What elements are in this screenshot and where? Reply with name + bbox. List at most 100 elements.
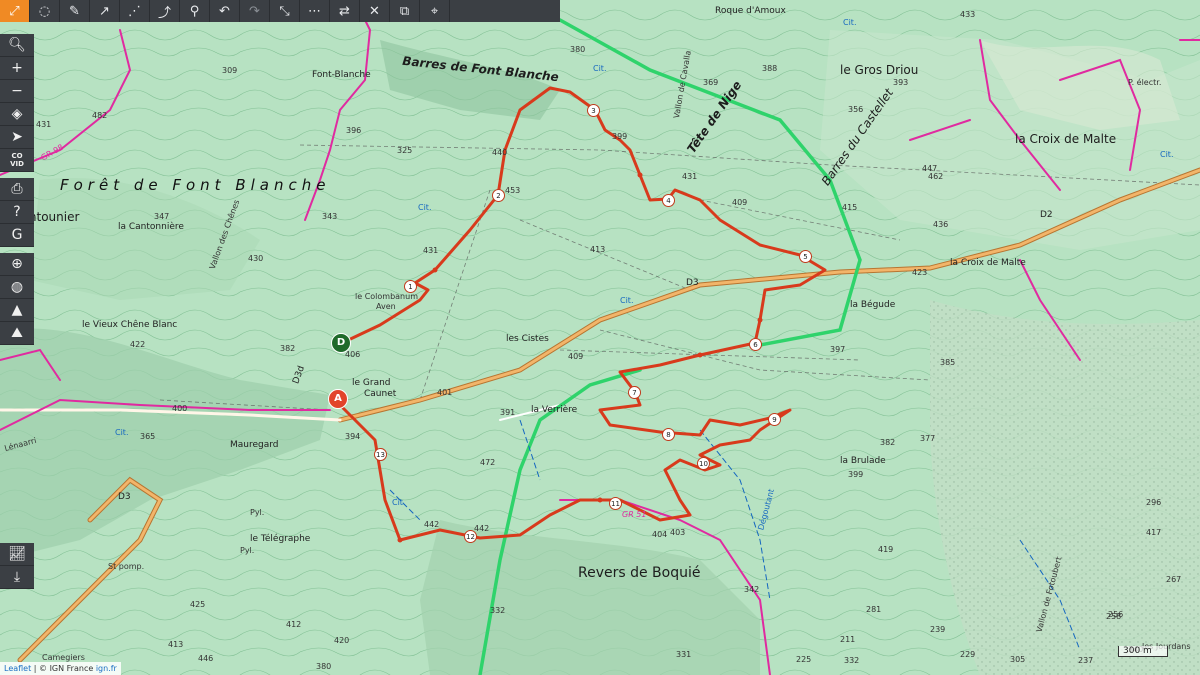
altitude-label: 413 <box>590 245 606 254</box>
hide-route-icon[interactable]: ◌ <box>30 0 60 22</box>
label-road-d3-west: D3 <box>118 492 131 502</box>
altitude-label: 419 <box>878 545 894 554</box>
waypoint-marker[interactable]: 4 <box>662 194 675 207</box>
help-icon[interactable]: ? <box>0 201 34 224</box>
label-revers-boquie: Revers de Boquié <box>578 565 701 581</box>
draw-segment-icon[interactable]: ↗ <box>90 0 120 22</box>
altitude-label: 446 <box>198 654 214 663</box>
draw-nodes-icon[interactable]: ⋰ <box>120 0 150 22</box>
fullscreen-icon[interactable]: ⤢ <box>0 0 30 22</box>
label-grand-caunet-1: le Grand <box>352 378 391 388</box>
altitude-label: 417 <box>1146 528 1162 537</box>
label-cit-3: Cit. <box>620 296 634 305</box>
zoom-in-icon[interactable]: + <box>0 57 34 80</box>
altitude-label: 382 <box>880 438 896 447</box>
altitude-label: 229 <box>960 650 976 659</box>
altitude-label: 425 <box>190 600 206 609</box>
label-cantonniere: la Cantonnière <box>118 222 184 232</box>
label-road-d3: D3 <box>686 278 699 288</box>
altitude-label: 369 <box>703 78 719 87</box>
waypoint-marker[interactable]: 13 <box>374 448 387 461</box>
altitude-label: 388 <box>762 64 778 73</box>
label-gr51: GR 51 <box>622 510 647 519</box>
altitude-label: 404 <box>652 530 668 539</box>
altitude-label: 412 <box>286 620 302 629</box>
label-cit-7: Cit. <box>1160 150 1174 159</box>
elevation-profile-icon[interactable]: 📈︎ <box>0 543 34 566</box>
redo-icon[interactable]: ↷ <box>240 0 270 22</box>
target-icon[interactable]: ⊕ <box>0 253 34 276</box>
waypoint-marker[interactable]: 1 <box>404 280 417 293</box>
zoom-out-icon[interactable]: − <box>0 80 34 103</box>
label-cit-1: Cit. <box>593 64 607 73</box>
label-croix-malte: la Croix de Malte <box>1015 132 1117 146</box>
altitude-label: 401 <box>437 388 453 397</box>
altitude-label: 440 <box>492 148 508 157</box>
altitude-label: 385 <box>940 358 956 367</box>
split-route-icon[interactable]: ⤡ <box>270 0 300 22</box>
google-icon[interactable]: G <box>0 224 34 247</box>
zoom-search-icon[interactable]: 🔍︎ <box>0 34 34 57</box>
join-route-icon[interactable]: ⋯ <box>300 0 330 22</box>
altitude-label: 332 <box>844 656 860 665</box>
layers-icon[interactable]: ◈ <box>0 103 34 126</box>
marker-icon[interactable]: ⌖ <box>420 0 450 22</box>
altitude-label: 365 <box>140 432 156 441</box>
altitude-label: 431 <box>36 120 52 129</box>
start-pin-a[interactable]: A <box>328 389 348 409</box>
label-cit-4: Cit. <box>392 498 406 507</box>
mountain-icon[interactable]: ▲ <box>0 299 34 322</box>
label-font-blanche: Font-Blanche <box>312 70 371 80</box>
snap-icon[interactable]: ✕ <box>360 0 390 22</box>
altitude-label: 399 <box>612 132 628 141</box>
draw-curve-icon[interactable]: ⤴ <box>150 0 180 22</box>
label-cit-5: Cit. <box>115 428 129 437</box>
print-icon[interactable]: ⎙ <box>0 178 34 201</box>
terrain-icon[interactable]: ⛰ <box>0 322 34 345</box>
bike-icon[interactable]: ⚲ <box>180 0 210 22</box>
copy-route-icon[interactable]: ⧉ <box>390 0 420 22</box>
altitude-label: 343 <box>322 212 338 221</box>
altitude-label: 281 <box>866 605 882 614</box>
leaflet-link[interactable]: Leaflet <box>4 664 31 673</box>
label-cit-2: Cit. <box>418 203 432 212</box>
locate-arrow-icon[interactable]: ➤ <box>0 126 34 149</box>
altitude-label: 472 <box>480 458 496 467</box>
waypoint-marker[interactable]: 2 <box>492 189 505 202</box>
altitude-label: 380 <box>316 662 332 671</box>
waypoint-marker[interactable]: 3 <box>587 104 600 117</box>
altitude-label: 382 <box>280 344 296 353</box>
label-aven: Aven <box>376 302 396 311</box>
altitude-label: 453 <box>505 186 521 195</box>
label-les-cistes: les Cistes <box>506 334 549 344</box>
waypoint-marker[interactable]: 8 <box>662 428 675 441</box>
covid-text[interactable]: CO VID <box>0 149 34 172</box>
waypoint-marker[interactable]: 9 <box>768 413 781 426</box>
draw-freehand-icon[interactable]: ✎ <box>60 0 90 22</box>
waypoint-marker[interactable]: 10 <box>697 457 710 470</box>
altitude-label: 420 <box>334 636 350 645</box>
end-pin-d[interactable]: D <box>331 333 351 353</box>
label-road-d2: D2 <box>1040 210 1053 220</box>
reverse-route-icon[interactable]: ⇄ <box>330 0 360 22</box>
altitude-label: 331 <box>676 650 692 659</box>
waypoint-marker[interactable]: 6 <box>749 338 762 351</box>
download-icon[interactable]: ⤓ <box>0 566 34 589</box>
globe-icon[interactable]: ◍ <box>0 276 34 299</box>
waypoint-marker[interactable]: 5 <box>799 250 812 263</box>
altitude-label: 422 <box>130 340 146 349</box>
altitude-label: 309 <box>222 66 238 75</box>
altitude-label: 394 <box>345 432 361 441</box>
ign-link[interactable]: ign.fr <box>96 664 117 673</box>
altitude-label: 406 <box>345 350 361 359</box>
undo-icon[interactable]: ↶ <box>210 0 240 22</box>
waypoint-marker[interactable]: 11 <box>609 497 622 510</box>
altitude-label: 225 <box>796 655 812 664</box>
waypoint-marker[interactable]: 7 <box>628 386 641 399</box>
top-toolbar: ⤢ ◌ ✎ ↗ ⋰ ⤴ ⚲ ↶ ↷ ⤡ ⋯ ⇄ ✕ ⧉ ⌖ <box>0 0 560 22</box>
waypoint-marker[interactable]: 12 <box>464 530 477 543</box>
altitude-label: 482 <box>92 111 108 120</box>
altitude-label: 267 <box>1166 575 1182 584</box>
altitude-label: 415 <box>842 203 858 212</box>
altitude-label: 399 <box>848 470 864 479</box>
